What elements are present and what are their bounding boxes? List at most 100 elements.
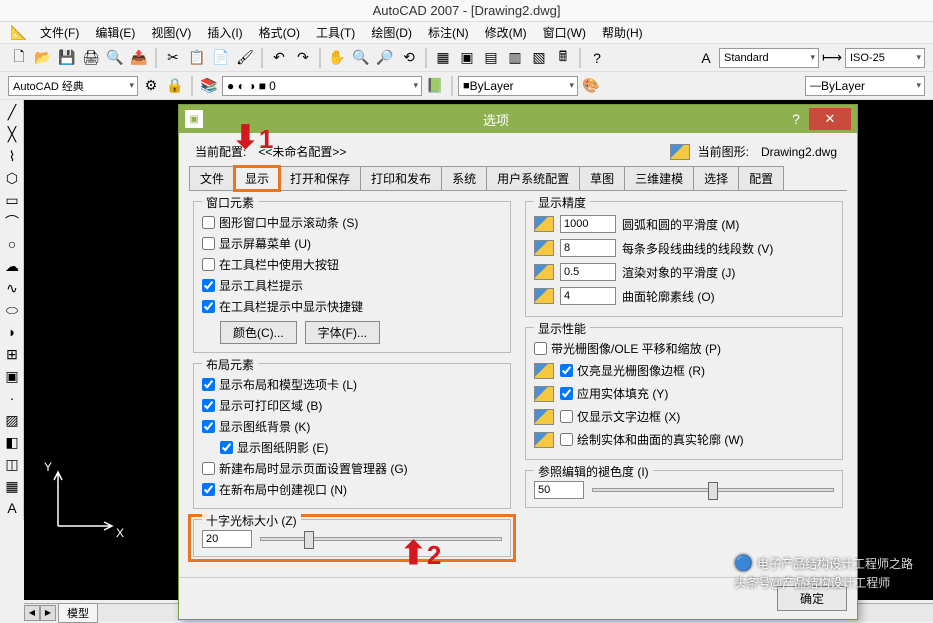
chk-layout-tabs[interactable]: 显示布局和模型选项卡 (L) — [202, 374, 502, 395]
slider-thumb[interactable] — [304, 531, 314, 549]
chk-solid-fill[interactable]: 应用实体填充 (Y) — [560, 385, 668, 402]
tab-select[interactable]: 选择 — [693, 166, 739, 190]
chk-screen-menu[interactable]: 显示屏幕菜单 (U) — [202, 233, 502, 254]
chk-tooltips[interactable]: 显示工具栏提示 — [202, 275, 502, 296]
dialog-help-button[interactable]: ? — [783, 111, 809, 127]
menu-view[interactable]: 视图(V) — [145, 22, 197, 43]
menu-format[interactable]: 格式(O) — [253, 22, 306, 43]
dcenter-icon[interactable]: ▣ — [456, 47, 478, 69]
linetype-combo[interactable]: — ByLayer — [805, 76, 925, 96]
text-style-combo[interactable]: Standard — [719, 48, 819, 68]
table-icon[interactable]: ▦ — [2, 476, 22, 496]
arc-icon[interactable]: ⌒ — [2, 212, 22, 232]
zoom-win-icon[interactable]: 🔎 — [374, 47, 396, 69]
tab-system[interactable]: 系统 — [441, 166, 487, 190]
colors-button[interactable]: 颜色(C)... — [220, 321, 297, 344]
chk-raster-pan[interactable]: 带光栅图像/OLE 平移和缩放 (P) — [534, 338, 834, 359]
region-icon[interactable]: ◫ — [2, 454, 22, 474]
zoom-rt-icon[interactable]: 🔍 — [350, 47, 372, 69]
block-icon[interactable]: ▣ — [2, 366, 22, 386]
dialog-titlebar[interactable]: ▣ 选项 ? ✕ — [179, 105, 857, 133]
pline-icon[interactable]: ⌇ — [2, 146, 22, 166]
menu-help[interactable]: 帮助(H) — [596, 22, 649, 43]
chk-scrollbars[interactable]: 图形窗口中显示滚动条 (S) — [202, 212, 502, 233]
publish-icon[interactable]: 📤 — [128, 47, 150, 69]
arc-smooth-input[interactable] — [560, 215, 616, 233]
crosshair-size-input[interactable] — [202, 530, 252, 548]
dim-style-icon[interactable]: ⟼ — [821, 47, 843, 69]
layer-prev-icon[interactable]: 📗 — [424, 75, 446, 97]
slider-thumb[interactable] — [708, 482, 718, 500]
tab-files[interactable]: 文件 — [189, 166, 235, 190]
chk-printable-area[interactable]: 显示可打印区域 (B) — [202, 395, 502, 416]
fonts-button[interactable]: 字体(F)... — [305, 321, 380, 344]
open-icon[interactable]: 📂 — [32, 47, 54, 69]
menu-dim[interactable]: 标注(N) — [422, 22, 475, 43]
render-smooth-input[interactable] — [560, 263, 616, 281]
copy-icon[interactable]: 📋 — [186, 47, 208, 69]
menu-file[interactable]: 文件(F) — [34, 22, 85, 43]
mtext-icon[interactable]: A — [2, 498, 22, 518]
line-icon[interactable]: ╱ — [2, 102, 22, 122]
match-icon[interactable]: 🖌 — [234, 47, 256, 69]
preview-icon[interactable]: 🔍 — [104, 47, 126, 69]
tab-draft[interactable]: 草图 — [579, 166, 625, 190]
point-icon[interactable]: · — [2, 388, 22, 408]
spline-icon[interactable]: ∿ — [2, 278, 22, 298]
hatch-icon[interactable]: ▨ — [2, 410, 22, 430]
menu-modify[interactable]: 修改(M) — [479, 22, 533, 43]
help-icon[interactable]: ? — [586, 47, 608, 69]
layer-combo[interactable]: ● ◐ ◑ ■ 0 — [222, 76, 422, 96]
cut-icon[interactable]: ✂ — [162, 47, 184, 69]
paste-icon[interactable]: 📄 — [210, 47, 232, 69]
menu-insert[interactable]: 插入(I) — [201, 22, 248, 43]
zoom-prev-icon[interactable]: ⟲ — [398, 47, 420, 69]
layer-props-icon[interactable]: 📚 — [198, 75, 220, 97]
redo-icon[interactable]: ↷ — [292, 47, 314, 69]
xline-icon[interactable]: ╳ — [2, 124, 22, 144]
dim-style-combo[interactable]: ISO-25 — [845, 48, 925, 68]
insert-icon[interactable]: ⊞ — [2, 344, 22, 364]
tab-display[interactable]: 显示 — [234, 166, 280, 191]
dialog-close-button[interactable]: ✕ — [809, 108, 851, 130]
props-icon[interactable]: ▦ — [432, 47, 454, 69]
crosshair-slider[interactable] — [260, 537, 502, 541]
chk-true-silhouette[interactable]: 绘制实体和曲面的真实轮廓 (W) — [560, 431, 744, 448]
revcloud-icon[interactable]: ☁ — [2, 256, 22, 276]
chk-text-frame[interactable]: 仅显示文字边框 (X) — [560, 408, 680, 425]
chk-page-setup-mgr[interactable]: 新建布局时显示页面设置管理器 (G) — [202, 458, 502, 479]
text-style-icon[interactable]: A — [695, 47, 717, 69]
menu-edit[interactable]: 编辑(E) — [89, 22, 141, 43]
chk-paper-bg[interactable]: 显示图纸背景 (K) — [202, 416, 502, 437]
menu-window[interactable]: 窗口(W) — [537, 22, 592, 43]
circle-icon[interactable]: ○ — [2, 234, 22, 254]
chk-create-viewport[interactable]: 在新布局中创建视口 (N) — [202, 479, 502, 500]
tab-open-save[interactable]: 打开和保存 — [279, 166, 361, 190]
pline-segs-input[interactable] — [560, 239, 616, 257]
scroll-left-icon[interactable]: ◀ — [24, 605, 40, 621]
save-icon[interactable]: 💾 — [56, 47, 78, 69]
color-icon[interactable]: 🎨 — [580, 75, 602, 97]
markup-icon[interactable]: ▧ — [528, 47, 550, 69]
pan-icon[interactable]: ✋ — [326, 47, 348, 69]
new-icon[interactable]: 🗋 — [8, 47, 30, 69]
model-tab[interactable]: 模型 — [58, 603, 98, 623]
menu-tools[interactable]: 工具(T) — [310, 22, 361, 43]
lock-ui-icon[interactable]: 🔒 — [164, 75, 186, 97]
workspace-combo[interactable]: AutoCAD 经典 — [8, 76, 138, 96]
gradient-icon[interactable]: ◧ — [2, 432, 22, 452]
sheet-icon[interactable]: ▥ — [504, 47, 526, 69]
workspace-settings-icon[interactable]: ⚙ — [140, 75, 162, 97]
ref-fade-slider[interactable] — [592, 488, 834, 492]
ellipse-arc-icon[interactable]: ◗ — [2, 322, 22, 342]
print-icon[interactable]: 🖨 — [80, 47, 102, 69]
tab-user[interactable]: 用户系统配置 — [486, 166, 580, 190]
rect-icon[interactable]: ▭ — [2, 190, 22, 210]
undo-icon[interactable]: ↶ — [268, 47, 290, 69]
tab-3d[interactable]: 三维建模 — [624, 166, 694, 190]
scroll-right-icon[interactable]: ▶ — [40, 605, 56, 621]
color-combo[interactable]: ■ ByLayer — [458, 76, 578, 96]
polygon-icon[interactable]: ⬡ — [2, 168, 22, 188]
tab-profiles[interactable]: 配置 — [738, 166, 784, 190]
chk-raster-frame[interactable]: 仅亮显光栅图像边框 (R) — [560, 362, 705, 379]
